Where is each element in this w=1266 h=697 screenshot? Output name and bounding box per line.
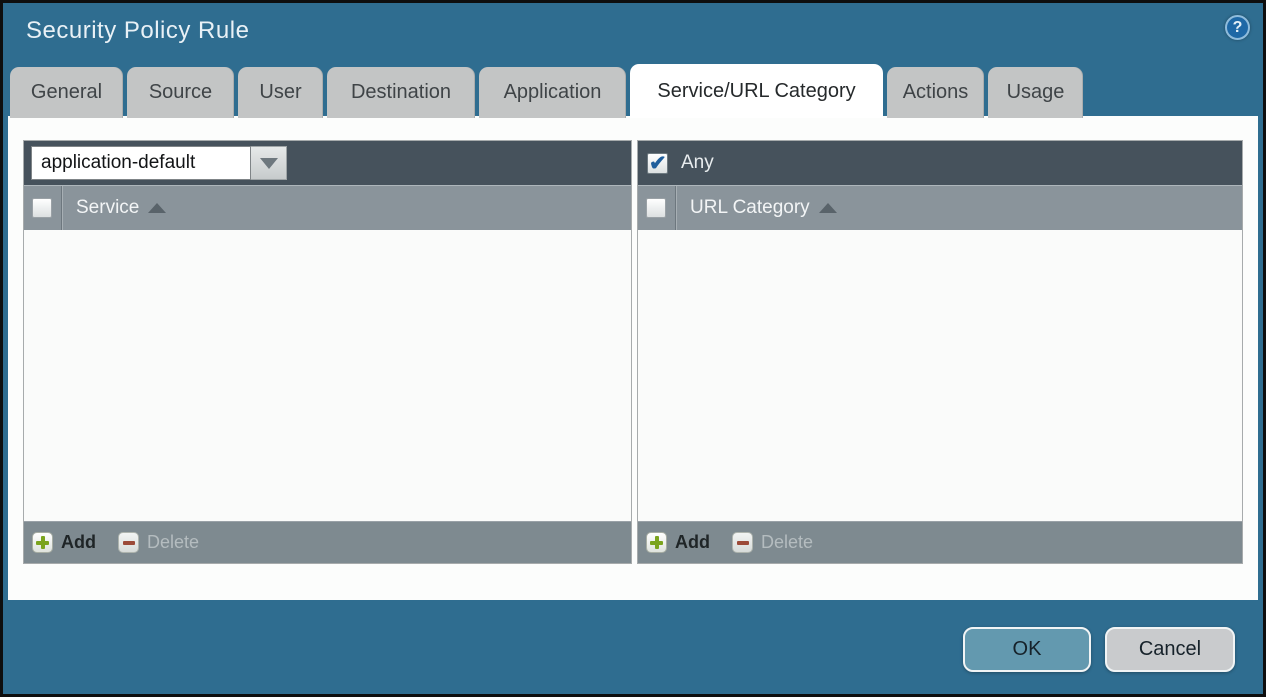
service-select-all-checkbox[interactable] — [32, 198, 52, 218]
url-category-column-header-row: URL Category — [638, 185, 1242, 230]
tab-application[interactable]: Application — [479, 67, 626, 118]
dialog-title: Security Policy Rule — [26, 17, 249, 45]
service-add-button[interactable]: Add — [32, 532, 96, 553]
delete-button-label: Delete — [761, 532, 813, 553]
ok-button[interactable]: OK — [963, 627, 1091, 672]
column-divider — [675, 186, 676, 231]
url-category-list-body[interactable] — [638, 230, 1242, 521]
service-list-body[interactable] — [24, 230, 631, 521]
service-panel: application-default Service Add — [23, 140, 632, 564]
service-toolbar: application-default — [24, 141, 631, 185]
delete-button-label: Delete — [147, 532, 199, 553]
tab-bar: General Source User Destination Applicat… — [10, 64, 1083, 118]
url-category-toolbar: Any — [638, 141, 1242, 185]
url-category-column-label[interactable]: URL Category — [690, 197, 810, 219]
plus-icon — [32, 532, 53, 553]
add-button-label: Add — [61, 532, 96, 553]
tab-user[interactable]: User — [238, 67, 323, 118]
url-category-add-button[interactable]: Add — [646, 532, 710, 553]
service-delete-button[interactable]: Delete — [118, 532, 199, 553]
sort-ascending-icon — [819, 203, 837, 213]
any-checkbox[interactable] — [647, 153, 668, 174]
tab-source[interactable]: Source — [127, 67, 234, 118]
tab-content-area: application-default Service Add — [8, 116, 1258, 600]
service-column-header-row: Service — [24, 185, 631, 230]
url-category-panel: Any URL Category Add Delete — [637, 140, 1243, 564]
security-policy-rule-dialog: Security Policy Rule ? General Source Us… — [0, 0, 1266, 697]
help-icon[interactable]: ? — [1225, 15, 1250, 40]
tab-destination[interactable]: Destination — [327, 67, 475, 118]
sort-ascending-icon — [148, 203, 166, 213]
add-button-label: Add — [675, 532, 710, 553]
cancel-button[interactable]: Cancel — [1105, 627, 1235, 672]
url-category-footer: Add Delete — [638, 521, 1242, 563]
dropdown-button[interactable] — [251, 146, 287, 180]
url-category-select-all-checkbox[interactable] — [646, 198, 666, 218]
url-category-delete-button[interactable]: Delete — [732, 532, 813, 553]
minus-icon — [732, 532, 753, 553]
tab-actions[interactable]: Actions — [887, 67, 984, 118]
chevron-down-icon — [260, 158, 278, 169]
minus-icon — [118, 532, 139, 553]
service-type-value[interactable]: application-default — [31, 146, 251, 180]
plus-icon — [646, 532, 667, 553]
column-divider — [61, 186, 62, 231]
tab-general[interactable]: General — [10, 67, 123, 118]
any-checkbox-label[interactable]: Any — [681, 152, 714, 174]
service-column-label[interactable]: Service — [76, 197, 139, 219]
tab-service-url-category[interactable]: Service/URL Category — [630, 64, 883, 118]
tab-usage[interactable]: Usage — [988, 67, 1083, 118]
service-type-dropdown[interactable]: application-default — [31, 146, 287, 180]
service-footer: Add Delete — [24, 521, 631, 563]
